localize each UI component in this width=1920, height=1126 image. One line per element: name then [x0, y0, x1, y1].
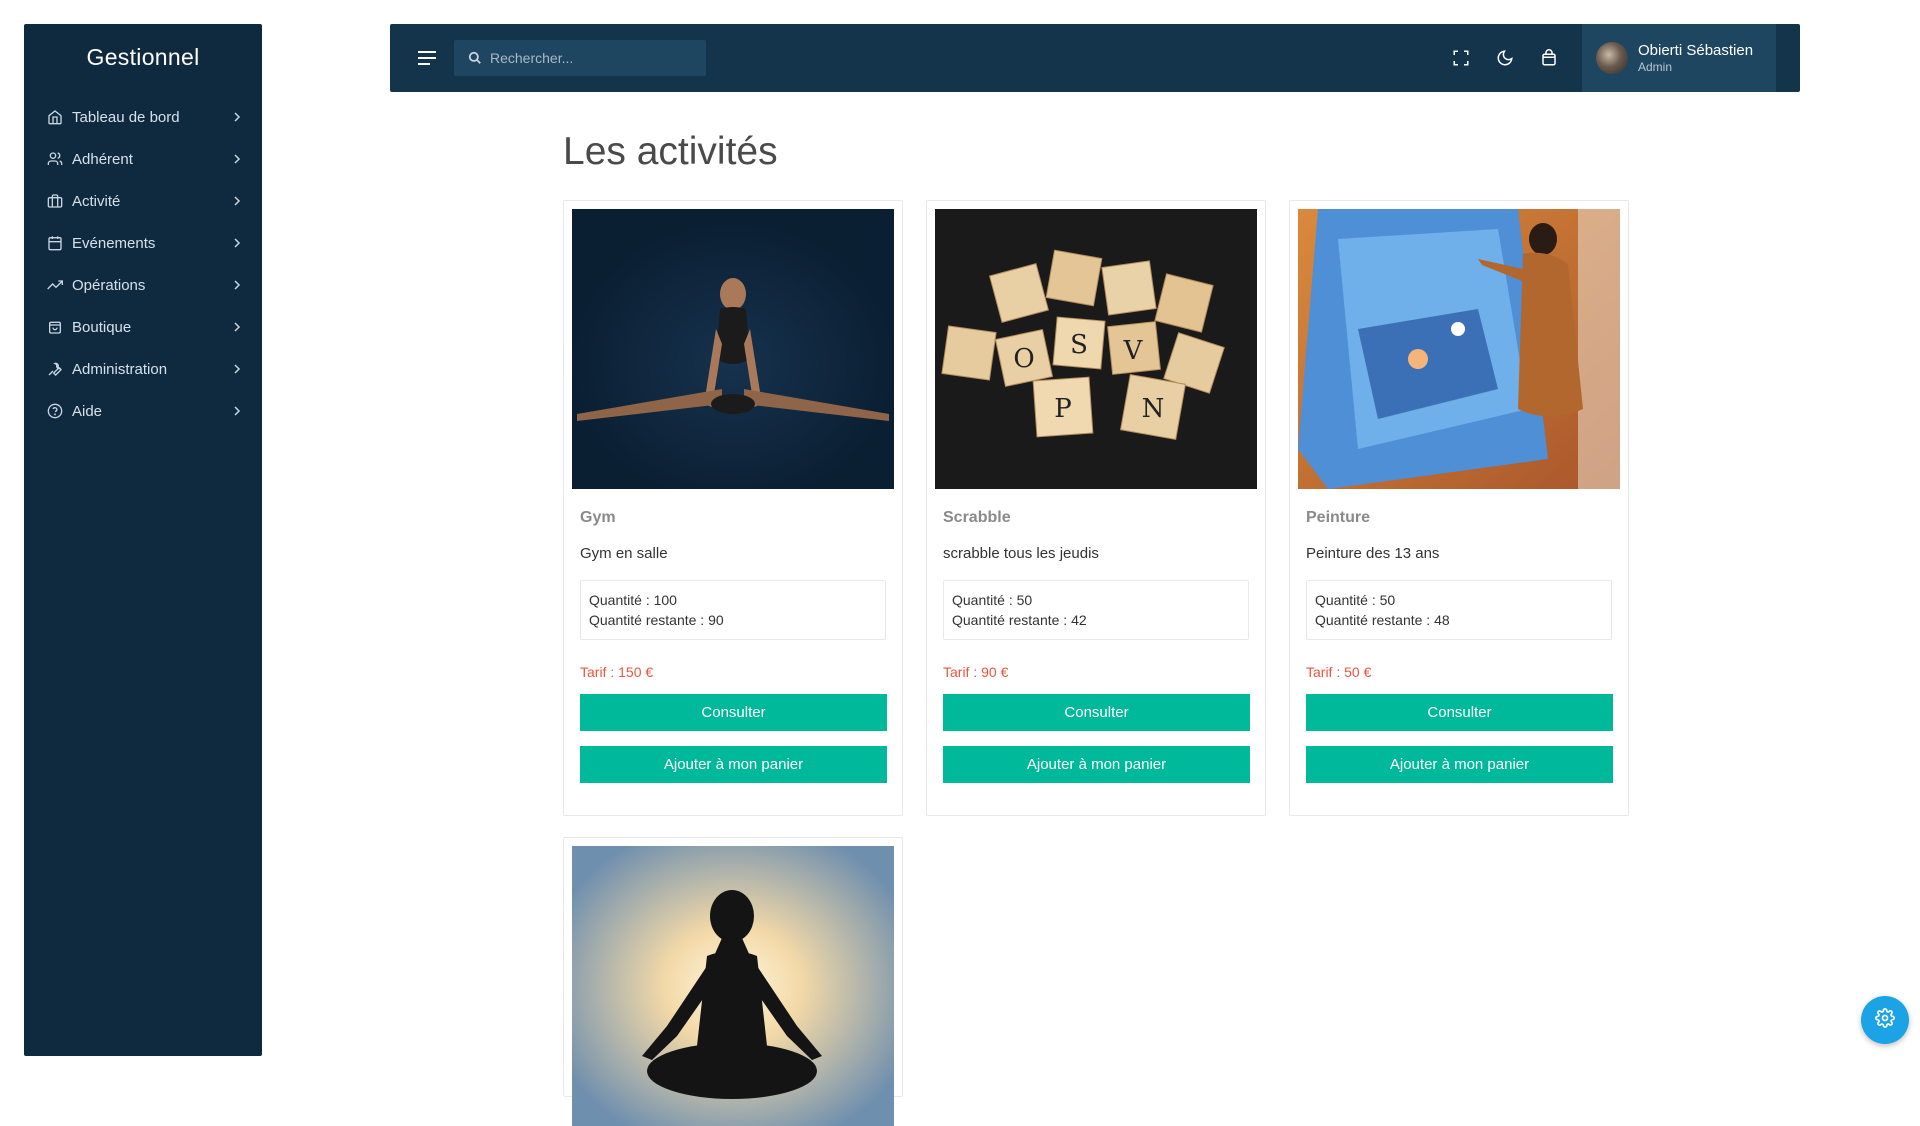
activity-image-scrabble: P N V S O	[935, 209, 1257, 489]
activity-image-peinture	[1298, 209, 1620, 489]
user-role: Admin	[1638, 60, 1673, 74]
sidebar-item-tableau-de-bord[interactable]: Tableau de bord	[24, 96, 262, 138]
activity-quantity: Quantité : 50	[952, 592, 1033, 608]
shopping-bag-icon[interactable]	[1538, 47, 1560, 69]
activity-quantity-box: Quantité : 50 Quantité restante : 42	[943, 580, 1249, 640]
calendar-icon	[46, 234, 64, 252]
activity-quantity: Quantité : 100	[589, 592, 677, 608]
consult-button[interactable]: Consulter	[943, 694, 1250, 731]
sidebar-item-boutique[interactable]: Boutique	[24, 306, 262, 348]
activity-title: Gym	[580, 509, 616, 526]
user-name: Obierti Sébastien	[1638, 42, 1754, 59]
chevron-right-icon	[232, 196, 242, 206]
activity-card-scrabble: P N V S O Scrabble scrabble tous les jeu…	[926, 200, 1266, 816]
add-to-cart-button[interactable]: Ajouter à mon panier	[943, 746, 1250, 783]
activity-quantity-box: Quantité : 50 Quantité restante : 48	[1306, 580, 1612, 640]
svg-text:S: S	[1070, 330, 1088, 360]
consult-button[interactable]: Consulter	[1306, 694, 1613, 731]
avatar	[1596, 42, 1628, 74]
sidebar-item-administration[interactable]: Administration	[24, 348, 262, 390]
sidebar-item-label: Adhérent	[72, 150, 133, 168]
chevron-right-icon	[232, 112, 242, 122]
activity-quantity-box: Quantité : 100 Quantité restante : 90	[580, 580, 886, 640]
topbar-actions: Obierti Sébastien Admin	[1450, 24, 1800, 92]
shopping-bag-icon	[46, 318, 64, 336]
sidebar-item-label: Activité	[72, 192, 121, 210]
activity-title: Peinture	[1306, 509, 1371, 526]
sidebar-item-label: Opérations	[72, 276, 146, 294]
sidebar-item-label: Boutique	[72, 318, 132, 336]
settings-button[interactable]	[1861, 996, 1909, 1044]
chevron-right-icon	[232, 364, 242, 374]
activity-remaining: Quantité restante : 48	[1315, 612, 1450, 628]
wrench-icon	[46, 360, 64, 378]
activity-remaining: Quantité restante : 42	[952, 612, 1087, 628]
trending-up-icon	[46, 276, 64, 294]
sidebar: Gestionnel Tableau de bord Adhérent Acti…	[24, 24, 262, 1056]
menu-icon[interactable]	[416, 47, 438, 69]
chevron-right-icon	[232, 238, 242, 248]
gear-icon	[1875, 1007, 1895, 1033]
activity-title: Scrabble	[943, 509, 1011, 526]
svg-text:V: V	[1123, 336, 1144, 366]
moon-icon[interactable]	[1494, 47, 1516, 69]
sidebar-item-label: Aide	[72, 402, 103, 420]
help-circle-icon	[46, 402, 64, 420]
sidebar-item-aide[interactable]: Aide	[24, 390, 262, 432]
users-icon	[46, 150, 64, 168]
activity-card-yoga	[563, 837, 903, 1126]
activity-remaining: Quantité restante : 90	[589, 612, 724, 628]
activity-card-gym: Gym Gym en salle Quantité : 100 Quantité…	[563, 200, 903, 816]
activity-description: Peinture des 13 ans	[1306, 545, 1440, 562]
svg-text:P: P	[1054, 394, 1072, 424]
svg-text:N: N	[1142, 394, 1165, 424]
sidebar-item-activite[interactable]: Activité	[24, 180, 262, 222]
page-title: Les activités	[563, 130, 778, 173]
home-icon	[46, 108, 64, 126]
user-menu[interactable]: Obierti Sébastien Admin	[1582, 24, 1776, 92]
activity-image-gym	[572, 209, 894, 489]
activity-description: scrabble tous les jeudis	[943, 545, 1099, 562]
svg-text:O: O	[1013, 344, 1034, 374]
add-to-cart-button[interactable]: Ajouter à mon panier	[1306, 746, 1613, 783]
topbar: Obierti Sébastien Admin	[390, 24, 1800, 92]
activity-price: Tarif : 90 €	[943, 664, 1009, 680]
search-input[interactable]	[490, 50, 690, 66]
sidebar-item-operations[interactable]: Opérations	[24, 264, 262, 306]
brand-title[interactable]: Gestionnel	[24, 24, 262, 96]
activity-price: Tarif : 50 €	[1306, 664, 1372, 680]
sidebar-item-label: Evénements	[72, 234, 156, 252]
activity-description: Gym en salle	[580, 545, 668, 562]
chevron-right-icon	[232, 322, 242, 332]
sidebar-item-evenements[interactable]: Evénements	[24, 222, 262, 264]
chevron-right-icon	[232, 406, 242, 416]
consult-button[interactable]: Consulter	[580, 694, 887, 731]
activity-price: Tarif : 150 €	[580, 664, 654, 680]
sidebar-item-label: Tableau de bord	[72, 108, 180, 126]
sidebar-item-adherent[interactable]: Adhérent	[24, 138, 262, 180]
sidebar-item-label: Administration	[72, 360, 168, 378]
activity-card-peinture: Peinture Peinture des 13 ans Quantité : …	[1289, 200, 1629, 816]
search-icon	[468, 51, 482, 65]
add-to-cart-button[interactable]: Ajouter à mon panier	[580, 746, 887, 783]
activity-quantity: Quantité : 50	[1315, 592, 1396, 608]
search-box	[454, 40, 706, 76]
chevron-right-icon	[232, 280, 242, 290]
briefcase-icon	[46, 192, 64, 210]
activity-image-yoga	[572, 846, 894, 1126]
chevron-right-icon	[232, 154, 242, 164]
fullscreen-icon[interactable]	[1450, 47, 1472, 69]
